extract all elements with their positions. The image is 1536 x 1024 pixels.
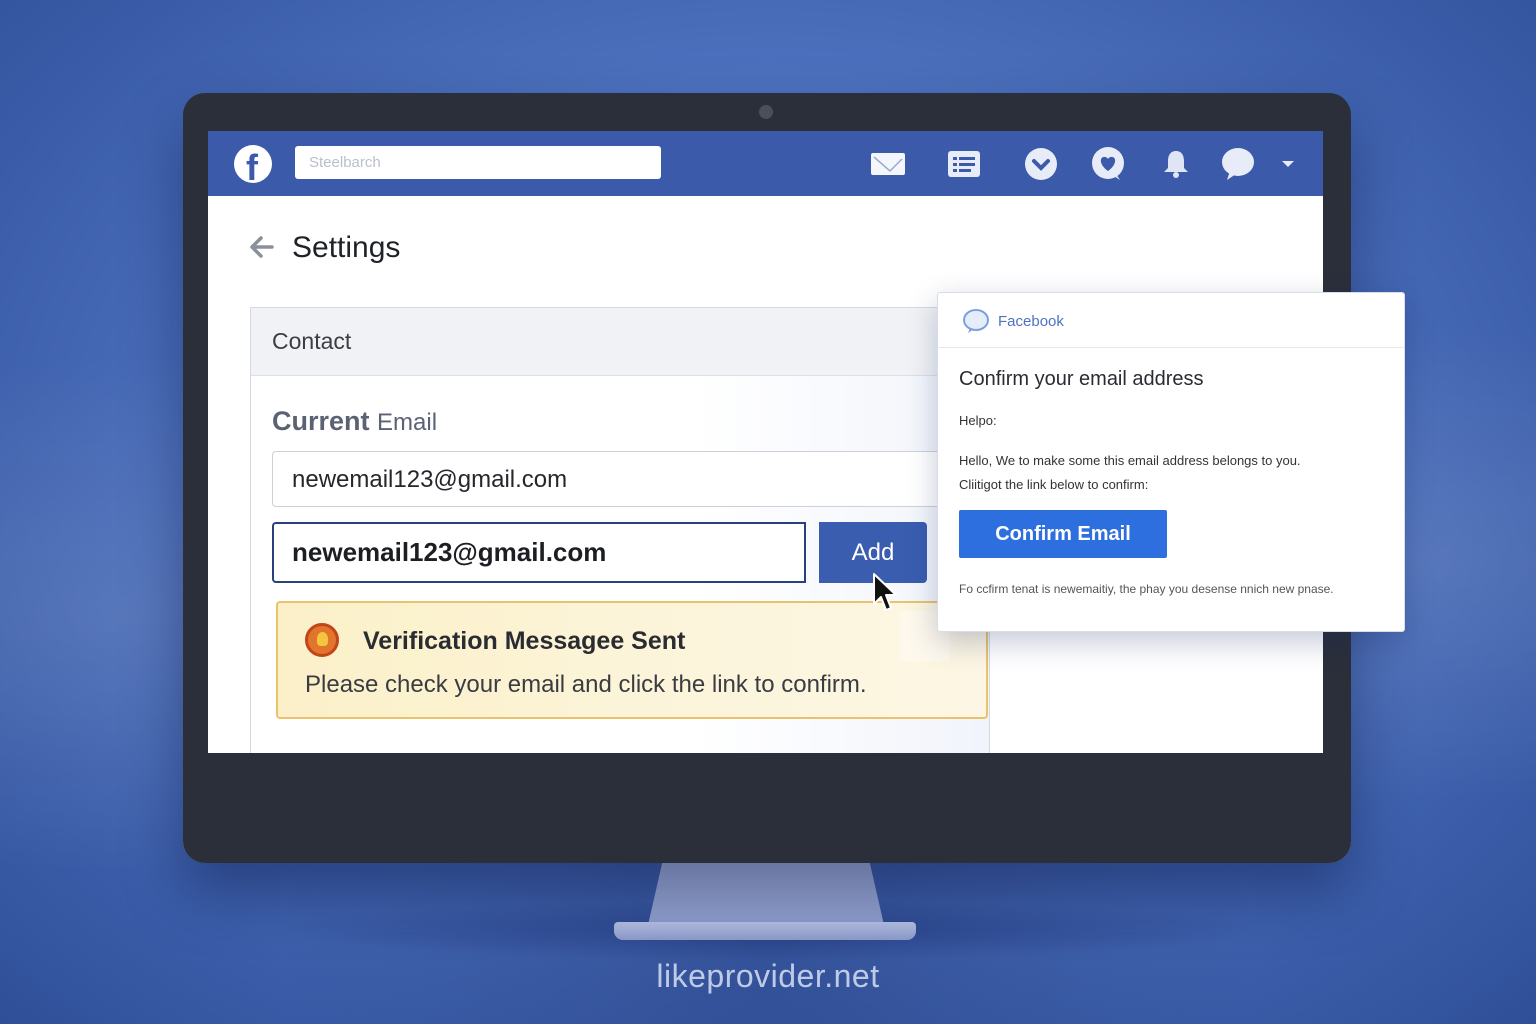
- confirm-email-button[interactable]: Confirm Email: [959, 510, 1167, 558]
- monitor-stand-base: [614, 922, 916, 940]
- top-navigation-bar: f: [208, 131, 1323, 196]
- new-email-input[interactable]: [272, 522, 806, 583]
- popup-body: Hello, We to make some this email addres…: [959, 449, 1379, 497]
- contact-header: Contact: [251, 308, 989, 376]
- monitor-stand-neck: [648, 863, 884, 925]
- popup-footer: Fo ccfirm tenat is newemaitiy, the phay …: [959, 582, 1334, 596]
- facebook-chat-icon: [962, 308, 990, 339]
- current-label-bold: Current: [272, 406, 370, 436]
- back-arrow-icon[interactable]: [248, 235, 274, 264]
- search-input[interactable]: [295, 146, 661, 179]
- alert-title: Verification Messagee Sent: [363, 627, 686, 655]
- current-label-light: Email: [377, 409, 438, 436]
- inbox-icon[interactable]: [870, 147, 906, 181]
- chat-heart-icon[interactable]: [1090, 147, 1126, 181]
- news-feed-icon[interactable]: [946, 147, 982, 181]
- popup-body-line-2: Cliitigot the link below to confirm:: [959, 477, 1149, 492]
- email-confirmation-popup: Facebook Confirm your email address Help…: [937, 292, 1405, 632]
- bell-icon[interactable]: [1158, 147, 1194, 181]
- popup-title: Confirm your email address: [959, 368, 1204, 390]
- check-circle-icon[interactable]: [1023, 147, 1059, 181]
- facebook-logo-icon[interactable]: f: [234, 145, 272, 188]
- caret-down-icon[interactable]: [1272, 147, 1304, 181]
- watermark-text: likeprovider.net: [656, 958, 880, 994]
- popup-greeting: Helpo:: [959, 413, 997, 428]
- alert-text: Please check your email and click the li…: [305, 671, 867, 698]
- popup-source: Facebook: [998, 313, 1064, 330]
- popup-header: Facebook: [938, 293, 1404, 348]
- current-email-label: Current Email: [272, 406, 437, 437]
- page-title: Settings: [292, 231, 401, 264]
- webcam: [759, 105, 773, 119]
- speech-bubble-icon[interactable]: [1220, 147, 1256, 181]
- alert-warning-icon: [305, 623, 339, 657]
- current-email-field[interactable]: newemail123@gmail.com: [272, 451, 962, 507]
- popup-body-line-1: Hello, We to make some this email addres…: [959, 453, 1301, 468]
- mouse-pointer-icon: [872, 572, 900, 621]
